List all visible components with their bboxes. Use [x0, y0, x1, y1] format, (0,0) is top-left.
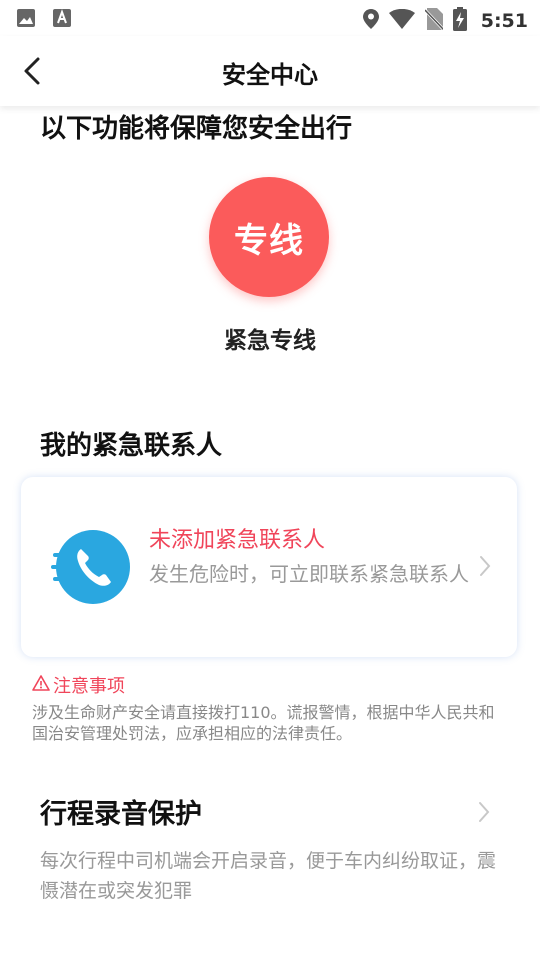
chevron-right-icon — [476, 800, 492, 824]
header: 安全中心 — [0, 36, 540, 106]
page-title: 安全中心 — [222, 61, 318, 89]
warning-icon — [32, 674, 50, 697]
contacts-section-title: 我的紧急联系人 — [40, 431, 223, 461]
notice-title: 注意事项 — [53, 676, 125, 697]
intro-title: 以下功能将保障您安全出行 — [40, 114, 353, 144]
font-icon — [52, 8, 72, 32]
emergency-hotline-button[interactable]: 专线 — [209, 177, 329, 297]
notice-text: 涉及生命财产安全请直接拨打110。谎报警情，根据中华人民共和国治安管理处罚法，应… — [32, 703, 495, 743]
add-emergency-contact-card[interactable]: 未添加紧急联系人 发生危险时，可立即联系紧急联系人 — [21, 477, 517, 657]
location-icon — [362, 9, 379, 33]
trip-recording-title: 行程录音保护 — [40, 799, 202, 830]
no-sim-icon — [423, 8, 444, 34]
hotline-label: 紧急专线 — [224, 328, 316, 354]
contact-card-desc: 发生危险时，可立即联系紧急联系人 — [149, 562, 469, 586]
image-icon — [16, 8, 36, 32]
status-time: 5:51 — [480, 10, 528, 32]
trip-recording-desc: 每次行程中司机端会开启录音，便于车内纠纷取证，震慑潜在或突发犯罪 — [40, 850, 497, 902]
chevron-right-icon — [477, 554, 493, 578]
phone-icon — [51, 527, 131, 607]
notice-title-row: 注意事项 — [32, 672, 125, 698]
contact-card-title: 未添加紧急联系人 — [149, 528, 326, 553]
battery-charging-icon — [452, 7, 467, 35]
hotline-circle-text: 专线 — [234, 220, 304, 261]
trip-recording-row[interactable]: 行程录音保护 — [0, 790, 540, 840]
wifi-icon — [388, 8, 415, 33]
status-bar: 5:51 — [0, 0, 540, 36]
